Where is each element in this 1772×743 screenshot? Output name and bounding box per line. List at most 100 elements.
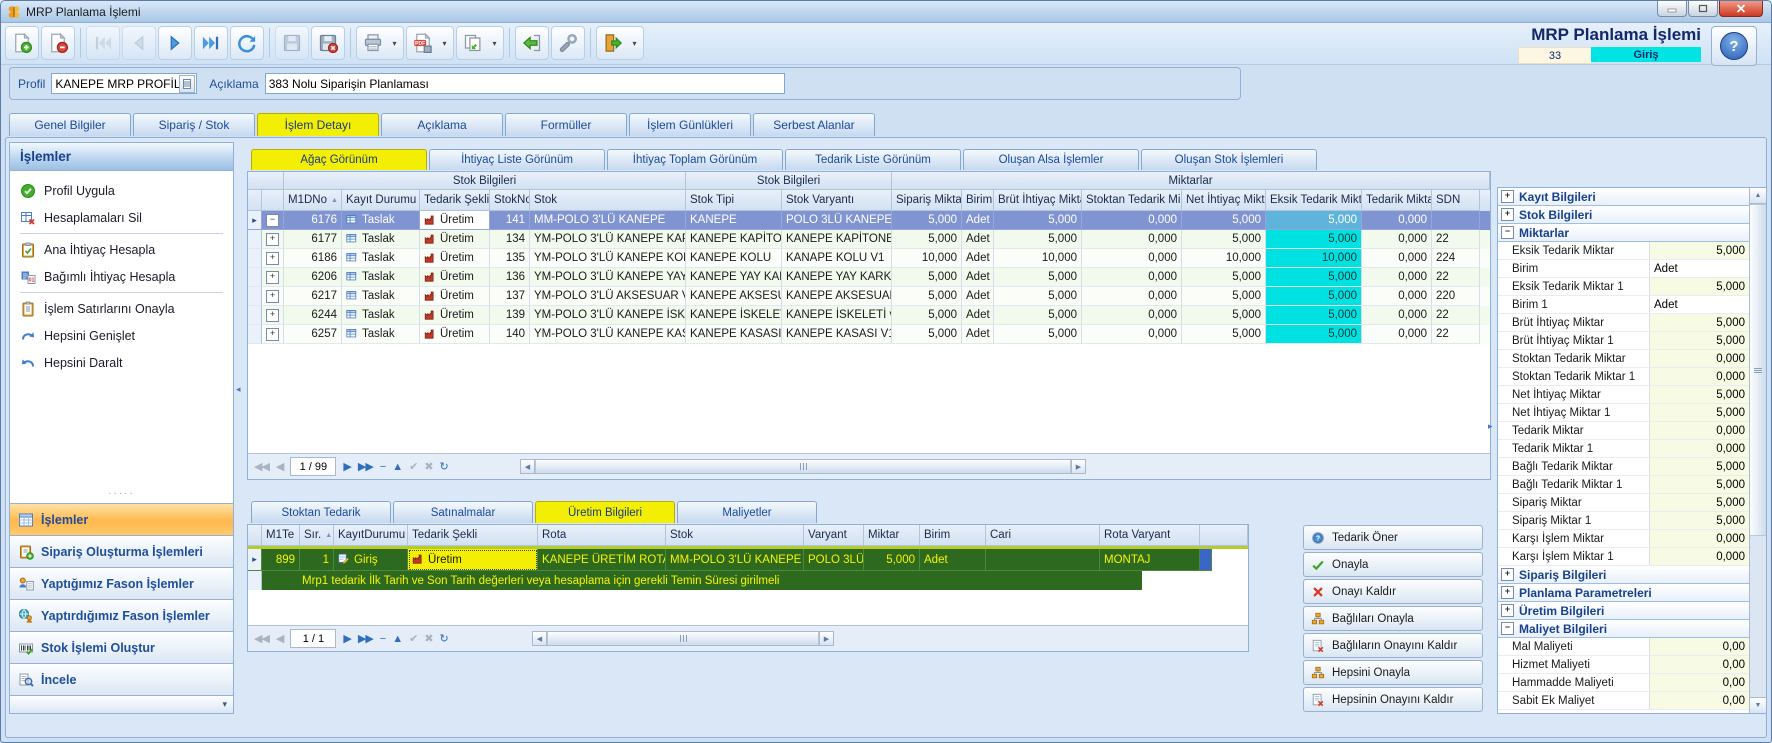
- column-header[interactable]: Kayıt Durumu: [342, 190, 420, 211]
- aciklama-input[interactable]: [265, 73, 785, 94]
- cell-varyant[interactable]: KANEPE İSKELETİ v1: [782, 306, 892, 325]
- first-record-nav-button[interactable]: ◀◀: [254, 460, 269, 473]
- cell-tipi[interactable]: KANEPE YAY KARKASI: [686, 268, 782, 287]
- first-record-nav-button[interactable]: ◀◀: [254, 632, 269, 645]
- cell-kayit[interactable]: Taslak: [342, 230, 420, 249]
- action-button-1[interactable]: ?Tedarik Öner: [1303, 525, 1483, 550]
- delete-row-nav-button[interactable]: −: [380, 461, 385, 473]
- print-button[interactable]: ▾: [356, 26, 404, 60]
- sidebar-nav-4[interactable]: Yaptırdığımız Fason İşlemler: [10, 599, 233, 631]
- property-section-6[interactable]: +Üretim Bilgileri: [1498, 602, 1750, 620]
- column-header[interactable]: Eksik Tedarik Miktar: [1266, 190, 1362, 211]
- dropdown-arrow-icon[interactable]: ▾: [442, 39, 446, 48]
- property-section-7[interactable]: −Maliyet Bilgileri: [1498, 620, 1750, 638]
- cell-eksik[interactable]: 5,000: [1266, 268, 1362, 287]
- next-record-nav-button[interactable]: ▶: [343, 460, 350, 473]
- cell-tipi[interactable]: KANEPE KOLU: [686, 249, 782, 268]
- property-row[interactable]: Tedarik Miktar0,000: [1498, 422, 1750, 440]
- cell-sdn[interactable]: [1432, 211, 1480, 230]
- prev-record-nav-button[interactable]: ◀: [276, 460, 283, 473]
- property-section-4[interactable]: +Sipariş Bilgileri: [1498, 566, 1750, 584]
- column-header[interactable]: Net İhtiyaç Miktar: [1182, 190, 1266, 211]
- cell-no[interactable]: 6257: [284, 325, 342, 344]
- tab-detail-1[interactable]: Stoktan Tedarik: [251, 501, 391, 523]
- table-row[interactable]: +6186TaslakÜretim135YM-POLO 3'LÜ KANEPE …: [248, 249, 1490, 268]
- tab-main-2[interactable]: Sipariş / Stok: [133, 113, 255, 136]
- profil-lookup-button[interactable]: [179, 75, 195, 93]
- table-row[interactable]: +6257TaslakÜretim140YM-POLO 3'LÜ KANEPE …: [248, 325, 1490, 344]
- sidebar-splitter-arrow-icon[interactable]: ◂: [236, 384, 241, 395]
- hscroll-thumb[interactable]: [547, 632, 819, 645]
- property-value[interactable]: 0,000: [1650, 422, 1750, 439]
- tab-view-4[interactable]: Tedarik Liste Görünüm: [785, 149, 961, 170]
- cell-stok[interactable]: MM-POLO 3'LÜ KANEPE: [666, 549, 804, 571]
- sidebar-nav-2[interactable]: Sipariş Oluşturma İşlemleri: [10, 535, 233, 567]
- cell-kayit[interactable]: Taslak: [342, 268, 420, 287]
- tab-main-1[interactable]: Genel Bilgiler: [9, 113, 131, 136]
- expand-cell[interactable]: +: [262, 249, 284, 268]
- property-value[interactable]: 5,000: [1650, 314, 1750, 331]
- table-row[interactable]: +6217TaslakÜretim137YM-POLO 3'LÜ AKSESUA…: [248, 287, 1490, 306]
- tab-detail-2[interactable]: Satınalmalar: [393, 501, 533, 523]
- property-section-3[interactable]: −Miktarlar: [1498, 224, 1750, 242]
- expand-icon[interactable]: +: [266, 328, 279, 341]
- cell-stoktan[interactable]: 0,000: [1082, 325, 1182, 344]
- column-header[interactable]: Miktar: [864, 525, 920, 546]
- cell-eksik[interactable]: 5,000: [1266, 230, 1362, 249]
- cell-tipi[interactable]: KANEPE KAPİTONE: [686, 230, 782, 249]
- cell-brut[interactable]: 10,000: [994, 249, 1082, 268]
- cell-net[interactable]: 5,000: [1182, 287, 1266, 306]
- back-button[interactable]: [515, 26, 549, 60]
- row-indicator[interactable]: [248, 306, 262, 325]
- add-record-button[interactable]: [5, 26, 39, 60]
- cell-birim[interactable]: Adet: [962, 249, 994, 268]
- cell-stoktan[interactable]: 0,000: [1082, 249, 1182, 268]
- minimize-button[interactable]: [1657, 1, 1687, 17]
- column-header[interactable]: Stok: [666, 525, 804, 546]
- copy-records-button[interactable]: ▾: [456, 26, 504, 60]
- cell-tedarik[interactable]: 0,000: [1362, 230, 1432, 249]
- cell-birim[interactable]: Adet: [962, 230, 994, 249]
- expand-icon[interactable]: +: [1501, 568, 1514, 581]
- cell-kayit[interactable]: Giriş: [334, 549, 408, 571]
- cell-net[interactable]: 5,000: [1182, 230, 1266, 249]
- property-row[interactable]: Hizmet Maliyeti0,00: [1498, 656, 1750, 674]
- cell-birim[interactable]: Adet: [962, 325, 994, 344]
- last-record-button[interactable]: [194, 26, 228, 60]
- cell-no[interactable]: 6206: [284, 268, 342, 287]
- expand-icon[interactable]: +: [266, 309, 279, 322]
- cell-birim[interactable]: Adet: [962, 306, 994, 325]
- cell-sdn[interactable]: 22: [1432, 230, 1480, 249]
- property-row[interactable]: Bağlı Tedarik Miktar 15,000: [1498, 476, 1750, 494]
- cell-sdn[interactable]: 224: [1432, 249, 1480, 268]
- cell-siparis[interactable]: 5,000: [892, 306, 962, 325]
- sidebar-action-3[interactable]: Ana İhtiyaç Hesapla: [10, 236, 233, 263]
- cell-brut[interactable]: 5,000: [994, 230, 1082, 249]
- cell-kayit[interactable]: Taslak: [342, 287, 420, 306]
- action-button-5[interactable]: Bağlıların Onayını Kaldır: [1303, 633, 1483, 658]
- cell-net[interactable]: 10,000: [1182, 249, 1266, 268]
- sidebar-action-7[interactable]: Hepsini Daralt: [10, 349, 233, 376]
- cell-stoktan[interactable]: 0,000: [1082, 268, 1182, 287]
- property-panel-scrollbar[interactable]: ▲ ▼: [1749, 188, 1766, 713]
- expand-icon[interactable]: +: [266, 252, 279, 265]
- column-header[interactable]: SDN: [1432, 190, 1480, 211]
- cell-stoktan[interactable]: 0,000: [1082, 287, 1182, 306]
- sidebar-action-4[interactable]: 01Bağımlı İhtiyaç Hesapla: [10, 263, 233, 290]
- property-value[interactable]: 0,000: [1650, 368, 1750, 385]
- cell-sdn[interactable]: 22: [1432, 325, 1480, 344]
- property-row[interactable]: Karşı İşlem Miktar0,000: [1498, 530, 1750, 548]
- action-button-4[interactable]: Bağlıları Onayla: [1303, 606, 1483, 631]
- cell-net[interactable]: 5,000: [1182, 268, 1266, 287]
- expand-icon[interactable]: +: [266, 290, 279, 303]
- expand-icon[interactable]: +: [1501, 190, 1514, 203]
- cell-siparis[interactable]: 5,000: [892, 325, 962, 344]
- first-record-button[interactable]: [86, 26, 120, 60]
- cell-varyant[interactable]: POLO 3LÜ KANEPE VAR: [782, 211, 892, 230]
- column-header[interactable]: Stoktan Tedarik Miktar: [1082, 190, 1182, 211]
- cell-tedarik[interactable]: 0,000: [1362, 249, 1432, 268]
- cell-brut[interactable]: 5,000: [994, 211, 1082, 230]
- dropdown-arrow-icon[interactable]: ▾: [632, 39, 636, 48]
- property-row[interactable]: Net İhtiyaç Miktar5,000: [1498, 386, 1750, 404]
- cell-varyant[interactable]: KANEPE KASASI V1: [782, 325, 892, 344]
